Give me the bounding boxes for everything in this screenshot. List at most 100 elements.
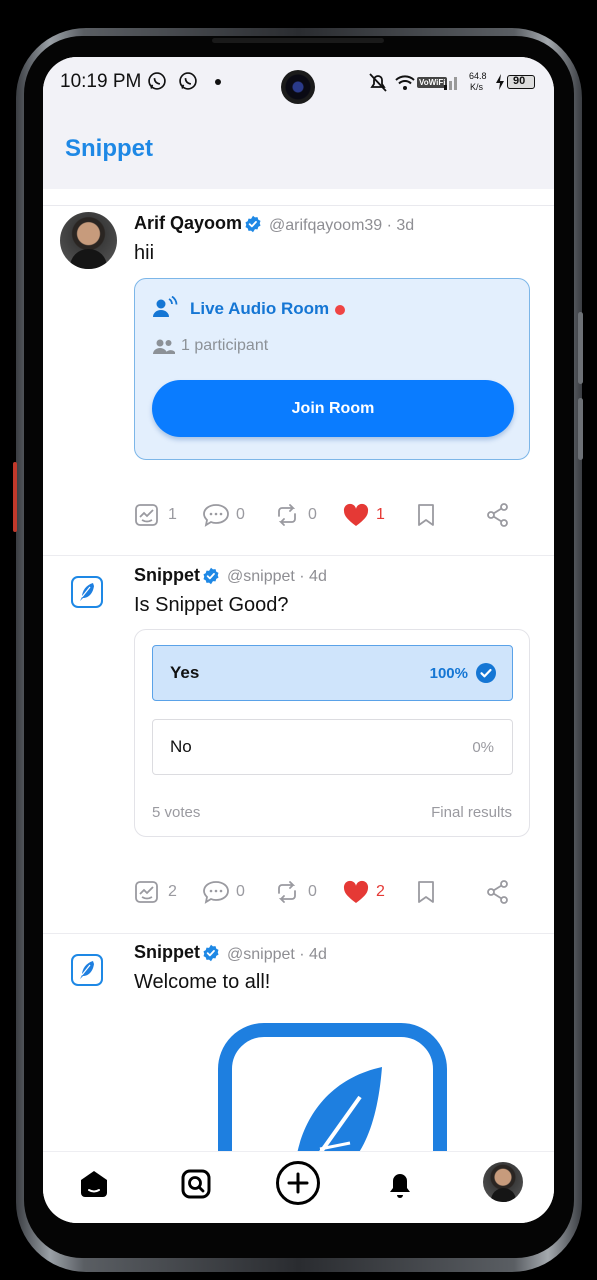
comment-action[interactable]: 0 (202, 500, 252, 530)
views-action[interactable]: 1 (134, 500, 184, 530)
poll-option-percent: 0% (472, 739, 494, 756)
author-handle[interactable]: @snippet · 4d (227, 568, 327, 586)
audio-room-title: Live Audio Room (190, 299, 330, 318)
feather-icon (80, 961, 94, 979)
bookmark-icon (418, 504, 434, 526)
comment-count: 0 (236, 883, 245, 900)
phone-screen: 10:19 PM VoWiFi 64.8 K/s 90 Snippet Arif… (43, 57, 554, 1223)
heart-filled-icon (343, 880, 369, 903)
comment-icon (203, 504, 229, 527)
home-icon (81, 1171, 107, 1197)
author-name[interactable]: Snippet (134, 942, 200, 963)
app-title: Snippet (65, 135, 153, 162)
comment-icon (203, 881, 229, 904)
comment-action[interactable]: 0 (202, 877, 252, 907)
analytics-icon (135, 881, 158, 903)
nav-compose[interactable] (275, 1160, 320, 1205)
repost-icon (278, 504, 296, 526)
participant-count: 1 participant (181, 337, 269, 354)
battery-indicator: 90 (507, 75, 535, 89)
live-indicator-dot (335, 305, 345, 315)
notifications-icon (390, 1174, 410, 1198)
nav-profile-avatar[interactable] (483, 1162, 523, 1202)
like-action[interactable]: 1 (342, 500, 402, 530)
whatsapp-icon (148, 72, 166, 90)
repost-icon (278, 881, 296, 903)
bookmark-icon (418, 881, 434, 903)
analytics-icon (135, 504, 158, 526)
repost-count: 0 (308, 506, 317, 523)
poll-option-yes[interactable]: Yes 100% (152, 645, 513, 701)
share-action[interactable] (485, 877, 511, 907)
poll-option-no[interactable]: No 0% (152, 719, 513, 775)
like-action[interactable]: 2 (342, 877, 402, 907)
heart-filled-icon (343, 503, 369, 526)
repost-action[interactable]: 0 (274, 877, 324, 907)
verified-badge-icon (245, 215, 261, 233)
post-text: Welcome to all! (134, 971, 271, 993)
share-action[interactable] (485, 500, 511, 530)
audio-room-icon (153, 296, 178, 317)
whatsapp-business-icon (179, 72, 197, 90)
like-count: 2 (376, 883, 385, 900)
poll-option-label: No (170, 737, 192, 756)
power-button (578, 398, 583, 460)
compose-icon (276, 1161, 320, 1205)
search-icon (181, 1169, 211, 1199)
comment-count: 0 (236, 506, 245, 523)
poll-option-label: Yes (170, 663, 200, 682)
nav-home[interactable] (72, 1162, 116, 1206)
poll-card: Yes 100% No 0% 5 votes Final results (134, 629, 530, 837)
join-room-button[interactable]: Join Room (152, 380, 514, 437)
app-header: Snippet (43, 113, 554, 189)
author-handle[interactable]: @snippet · 4d (227, 946, 327, 964)
feather-icon (80, 583, 94, 601)
front-camera (281, 70, 315, 104)
snippet-logo-avatar[interactable] (71, 576, 103, 608)
repost-count: 0 (308, 883, 317, 900)
bottom-navigation (43, 1151, 554, 1223)
share-icon (487, 880, 508, 904)
poll-vote-count: 5 votes (152, 804, 201, 821)
poll-option-percent: 100% (429, 665, 468, 682)
battery-level: 90 (513, 75, 526, 87)
verified-badge-icon (203, 567, 219, 585)
top-speaker (212, 38, 384, 43)
live-audio-room-card[interactable]: Live Audio Room 1 participant Join Room (134, 278, 530, 460)
post-actions: 2 0 0 2 (134, 877, 534, 907)
views-count: 2 (168, 883, 177, 900)
signal-icon (444, 77, 457, 90)
check-circle-icon (476, 663, 496, 683)
bookmark-action[interactable] (415, 500, 439, 530)
bookmark-action[interactable] (415, 877, 439, 907)
like-count: 1 (376, 506, 385, 523)
author-name[interactable]: Snippet (134, 565, 200, 586)
repost-action[interactable]: 0 (274, 500, 324, 530)
snippet-logo-avatar[interactable] (71, 954, 103, 986)
post-text: Is Snippet Good? (134, 594, 289, 616)
wifi-icon (395, 75, 415, 90)
participants-icon (153, 339, 175, 354)
net-speed-unit: K/s (470, 82, 484, 92)
post-divider (43, 933, 554, 934)
nav-notifications[interactable] (378, 1162, 422, 1206)
notification-dot (215, 79, 221, 85)
post-text: hii (134, 242, 155, 264)
poll-status: Final results (431, 804, 512, 821)
net-speed: 64.8 (469, 71, 487, 81)
volume-button (578, 312, 583, 384)
author-handle[interactable]: @arifqayoom39 · 3d (269, 217, 414, 235)
share-icon (487, 503, 508, 527)
avatar[interactable] (60, 212, 117, 269)
views-action[interactable]: 2 (134, 877, 184, 907)
header-divider (43, 205, 554, 206)
left-edge-button (13, 462, 17, 532)
post-divider (43, 555, 554, 556)
nav-search[interactable] (174, 1162, 218, 1206)
post-actions: 1 0 0 1 (134, 500, 534, 530)
status-bar: 10:19 PM VoWiFi 64.8 K/s 90 (43, 57, 554, 113)
bell-muted-icon (369, 73, 387, 92)
author-name[interactable]: Arif Qayoom (134, 213, 242, 234)
charging-icon (496, 74, 504, 90)
views-count: 1 (168, 506, 177, 523)
